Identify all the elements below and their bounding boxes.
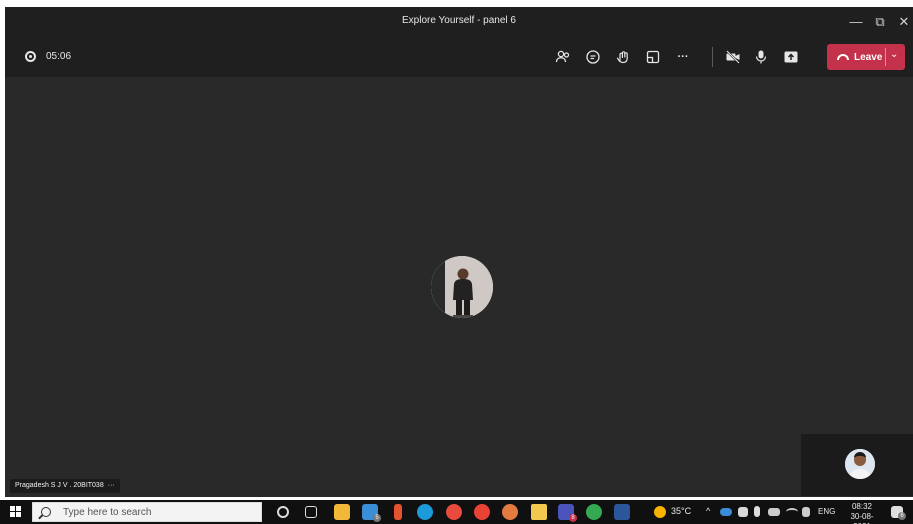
window-title: Explore Yourself - panel 6 [402,15,516,26]
edge-icon[interactable] [417,504,433,520]
mail-badge: 5 [373,514,381,522]
teams-badge: 8 [569,514,577,522]
windows-taskbar: Type here to search 5 8 35°C ^ ENG 08:32… [0,500,913,524]
taskbar-search-box[interactable]: Type here to search [32,502,262,522]
clock-date: 30-08-2021 [850,512,874,524]
participants-icon[interactable] [552,46,574,68]
cortana-icon[interactable] [277,506,289,518]
volume-icon[interactable] [802,507,810,517]
mic-icon[interactable] [750,46,772,68]
battery-icon[interactable] [768,508,780,516]
participant-name: Pragadesh S J V . 20BIT038 [15,482,104,489]
search-icon [41,507,51,517]
close-button[interactable]: ✕ [893,11,913,33]
minimize-button[interactable]: — [845,11,867,33]
chrome-icon[interactable] [446,504,462,520]
tray-app-icon[interactable] [738,507,748,517]
title-bar: Explore Yourself - panel 6 — ⧉ ✕ [5,7,913,37]
leave-options-chevron-icon[interactable]: ⌄ [890,49,898,60]
restore-button[interactable]: ⧉ [869,11,891,33]
weather-temperature[interactable]: 35°C [671,506,691,516]
search-placeholder: Type here to search [63,506,152,518]
clock-time: 08:32 [851,502,873,511]
word-icon[interactable] [614,504,630,520]
mail-icon[interactable]: 5 [362,504,381,522]
wifi-icon[interactable] [786,508,798,516]
language-indicator[interactable]: ENG [818,507,835,516]
hang-up-icon [837,54,849,60]
meeting-toolbar: 05:06 ··· Leave ⌄ [5,37,913,77]
meeting-timer: 05:06 [46,51,72,62]
chrome-profile-4-icon[interactable] [586,504,602,520]
participant-name-tag: Pragadesh S J V . 20BIT038 ··· [10,479,120,493]
rooms-icon[interactable] [642,46,664,68]
share-screen-icon[interactable] [780,46,802,68]
chat-icon[interactable] [582,46,604,68]
participant-avatar[interactable] [431,256,493,318]
file-explorer-icon[interactable] [531,504,547,520]
notification-badge: 6 [898,512,906,520]
tray-mic-icon[interactable] [754,506,760,517]
toolbar-divider [712,47,713,67]
camera-off-icon[interactable] [722,46,744,68]
reactions-icon[interactable] [612,46,634,68]
windows-start-icon[interactable] [10,506,22,518]
teams-icon[interactable]: 8 [558,504,577,522]
store-icon[interactable] [334,504,350,520]
participant-more-icon[interactable]: ··· [108,479,115,493]
recording-icon [25,51,36,62]
tray-caret-icon[interactable]: ^ [706,506,710,516]
task-view-icon[interactable] [305,506,317,518]
leave-button[interactable]: Leave ⌄ [827,44,905,70]
self-view[interactable] [801,434,913,496]
leave-label: Leave [854,51,883,63]
weather-icon[interactable] [654,506,666,518]
office-icon[interactable] [394,504,402,520]
self-avatar [845,449,875,479]
notification-icon[interactable]: 6 [891,506,906,520]
taskbar-clock[interactable]: 08:32 30-08-2021 [842,502,882,524]
teams-window: Explore Yourself - panel 6 — ⧉ ✕ 05:06 ·… [5,7,913,497]
more-icon[interactable]: ··· [672,46,694,68]
video-stage: Pragadesh S J V . 20BIT038 ··· [5,77,913,497]
chrome-profile-2-icon[interactable] [474,504,490,520]
chrome-profile-3-icon[interactable] [502,504,518,520]
onedrive-icon[interactable] [720,508,732,516]
